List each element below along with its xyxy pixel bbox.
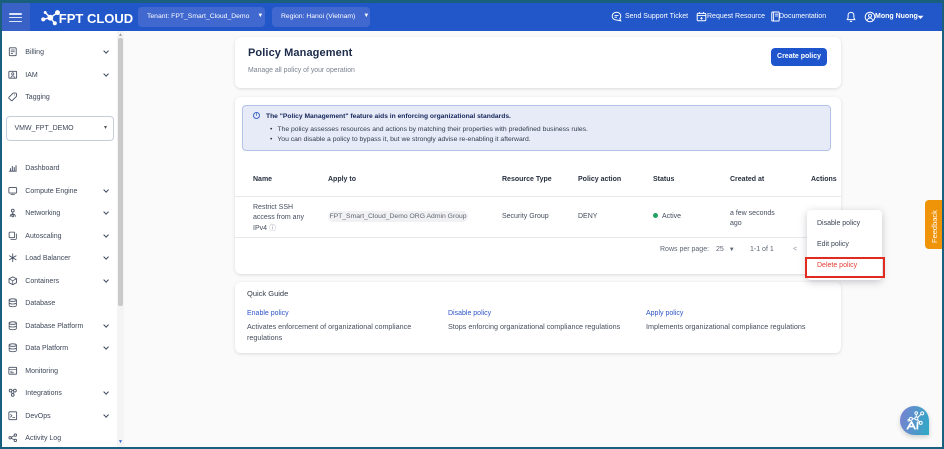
svg-text:FPT CLOUD: FPT CLOUD [59,11,133,26]
